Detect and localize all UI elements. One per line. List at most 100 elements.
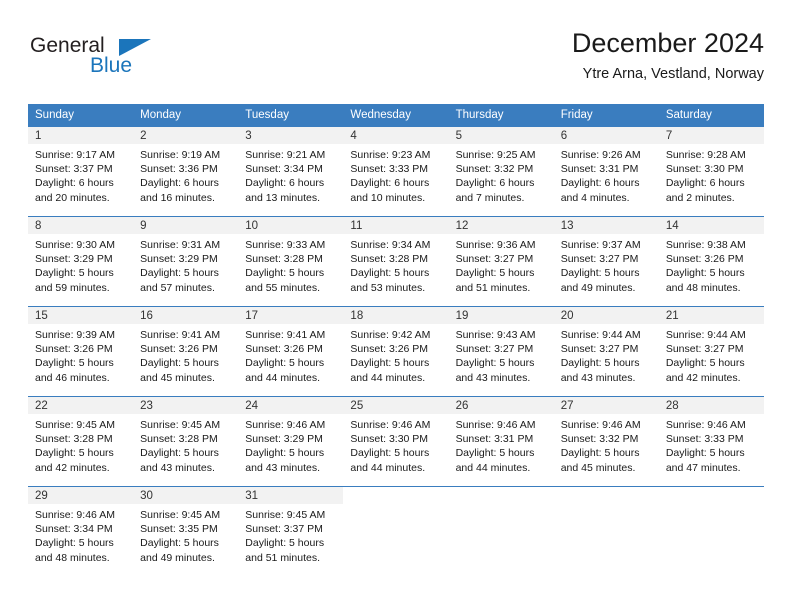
calendar-day-cell[interactable]: 23 Sunrise: 9:45 AM Sunset: 3:28 PM Dayligh… [133,396,239,487]
calendar-week-row: 15 Sunrise: 9:39 AM Sunset: 3:26 PM Dayligh… [28,306,764,397]
day-number: 26 [448,397,554,414]
day-details: Sunrise: 9:43 AM Sunset: 3:27 PM Daylight:… [449,324,554,385]
day-details: Sunrise: 9:31 AM Sunset: 3:29 PM Daylight:… [133,234,238,295]
daylight-text-line1: Daylight: 6 hours [245,177,325,190]
daylight-text-line1: Daylight: 5 hours [245,267,325,280]
daylight-text-line2: and 13 minutes. [245,191,320,204]
calendar-day-cell[interactable]: 30 Sunrise: 9:45 AM Sunset: 3:35 PM Dayligh… [133,486,239,576]
calendar-day-cell[interactable]: 8 Sunrise: 9:30 AM Sunset: 3:29 PM Daylight… [28,216,134,307]
calendar-day-cell[interactable]: 3 Sunrise: 9:21 AM Sunset: 3:34 PM Daylight… [238,126,344,217]
calendar-day-cell[interactable]: 6 Sunrise: 9:26 AM Sunset: 3:31 PM Daylight… [553,126,659,217]
daylight-text-line1: Daylight: 6 hours [665,177,745,190]
daylight-text-line2: and 59 minutes. [35,281,110,294]
calendar-day-cell[interactable]: 12 Sunrise: 9:36 AM Sunset: 3:27 PM Dayligh… [448,216,554,307]
calendar-day-cell[interactable]: 5 Sunrise: 9:25 AM Sunset: 3:32 PM Daylight… [448,126,554,217]
calendar-day-cell[interactable]: 11 Sunrise: 9:34 AM Sunset: 3:28 PM Dayligh… [343,216,449,307]
calendar-page: General Blue December 2024 Ytre Arna, Ve… [0,0,792,612]
daylight-text-line1: Daylight: 5 hours [245,537,325,550]
day-number: 21 [658,307,764,324]
weekday-header-wednesday: Wednesday [343,104,449,127]
weekday-header-row: Sunday Monday Tuesday Wednesday Thursday… [28,104,764,127]
calendar-day-cell[interactable]: 15 Sunrise: 9:39 AM Sunset: 3:26 PM Dayligh… [28,306,134,397]
calendar-day-cell[interactable]: 21 Sunrise: 9:44 AM Sunset: 3:27 PM Dayligh… [658,306,764,397]
calendar-day-cell[interactable]: 25 Sunrise: 9:46 AM Sunset: 3:30 PM Dayligh… [343,396,449,487]
calendar-week-row: 29 Sunrise: 9:46 AM Sunset: 3:34 PM Dayligh… [28,486,764,576]
calendar-day-cell[interactable]: 10 Sunrise: 9:33 AM Sunset: 3:28 PM Dayligh… [238,216,344,307]
daylight-text-line1: Daylight: 5 hours [140,357,219,370]
calendar-day-cell-empty [448,486,554,576]
day-number: 27 [553,397,659,414]
daylight-text-line1: Daylight: 5 hours [455,357,535,370]
sunrise-text: Sunrise: 9:37 AM [560,239,641,251]
day-details: Sunrise: 9:28 AM Sunset: 3:30 PM Daylight:… [659,144,764,205]
sunset-text: Sunset: 3:29 PM [140,253,218,266]
day-details: Sunrise: 9:46 AM Sunset: 3:33 PM Daylight:… [659,414,764,475]
day-details: Sunrise: 9:17 AM Sunset: 3:37 PM Daylight:… [28,144,133,205]
day-number: 9 [133,217,239,234]
sunset-text: Sunset: 3:34 PM [35,523,113,536]
daylight-text-line1: Daylight: 6 hours [35,177,114,190]
calendar-day-cell[interactable]: 9 Sunrise: 9:31 AM Sunset: 3:29 PM Daylight… [133,216,239,307]
sunset-text: Sunset: 3:26 PM [35,343,113,356]
calendar-day-cell[interactable]: 17 Sunrise: 9:41 AM Sunset: 3:26 PM Dayligh… [238,306,344,397]
calendar-day-cell[interactable]: 27 Sunrise: 9:46 AM Sunset: 3:32 PM Dayligh… [553,396,659,487]
weekday-header-saturday: Saturday [658,104,764,127]
sunrise-text: Sunrise: 9:28 AM [665,149,746,161]
daylight-text-line1: Daylight: 5 hours [455,267,535,280]
calendar-day-cell[interactable]: 28 Sunrise: 9:46 AM Sunset: 3:33 PM Dayligh… [658,396,764,487]
weekday-header-monday: Monday [133,104,239,127]
daylight-text-line2: and 49 minutes. [140,551,215,564]
daylight-text-line2: and 46 minutes. [35,371,110,384]
daylight-text-line2: and 49 minutes. [560,281,636,294]
sunset-text: Sunset: 3:35 PM [140,523,218,536]
daylight-text-line1: Daylight: 5 hours [140,537,219,550]
daylight-text-line1: Daylight: 5 hours [455,447,535,460]
day-number: 7 [658,127,764,144]
calendar-day-cell[interactable]: 22 Sunrise: 9:45 AM Sunset: 3:28 PM Dayligh… [28,396,134,487]
day-number: 18 [343,307,449,324]
calendar-day-cell[interactable]: 13 Sunrise: 9:37 AM Sunset: 3:27 PM Dayligh… [553,216,659,307]
sunrise-text: Sunrise: 9:41 AM [140,329,221,341]
day-details: Sunrise: 9:37 AM Sunset: 3:27 PM Daylight:… [554,234,659,295]
sunset-text: Sunset: 3:37 PM [35,163,113,176]
calendar-day-cell[interactable]: 31 Sunrise: 9:45 AM Sunset: 3:37 PM Dayligh… [238,486,344,576]
calendar-day-cell[interactable]: 4 Sunrise: 9:23 AM Sunset: 3:33 PM Daylight… [343,126,449,217]
calendar-day-cell[interactable]: 2 Sunrise: 9:19 AM Sunset: 3:36 PM Daylight… [133,126,239,217]
calendar-day-cell[interactable]: 29 Sunrise: 9:46 AM Sunset: 3:34 PM Dayligh… [28,486,134,576]
calendar-day-cell[interactable]: 18 Sunrise: 9:42 AM Sunset: 3:26 PM Dayligh… [343,306,449,397]
calendar-day-cell[interactable]: 16 Sunrise: 9:41 AM Sunset: 3:26 PM Dayligh… [133,306,239,397]
day-details: Sunrise: 9:26 AM Sunset: 3:31 PM Daylight:… [554,144,659,205]
daylight-text-line1: Daylight: 5 hours [560,267,640,280]
calendar-day-cell[interactable]: 26 Sunrise: 9:46 AM Sunset: 3:31 PM Dayligh… [448,396,554,487]
sunrise-text: Sunrise: 9:23 AM [350,149,431,161]
calendar-week-row: 8 Sunrise: 9:30 AM Sunset: 3:29 PM Daylight… [28,216,764,307]
calendar-day-cell[interactable]: 1 Sunrise: 9:17 AM Sunset: 3:37 PM Daylight… [28,126,134,217]
day-details: Sunrise: 9:23 AM Sunset: 3:33 PM Daylight:… [343,144,448,205]
day-number: 30 [133,487,239,504]
day-number: 19 [448,307,554,324]
day-details: Sunrise: 9:36 AM Sunset: 3:27 PM Daylight:… [449,234,554,295]
daylight-text-line2: and 16 minutes. [140,191,215,204]
calendar-day-cell-empty [343,486,449,576]
day-number: 5 [448,127,554,144]
day-number: 20 [553,307,659,324]
day-details: Sunrise: 9:44 AM Sunset: 3:27 PM Daylight:… [659,324,764,385]
sunrise-text: Sunrise: 9:19 AM [140,149,221,161]
title-block: December 2024 Ytre Arna, Vestland, Norwa… [572,26,764,84]
weekday-header-tuesday: Tuesday [238,104,344,127]
sunrise-text: Sunrise: 9:26 AM [560,149,641,161]
calendar-day-cell[interactable]: 19 Sunrise: 9:43 AM Sunset: 3:27 PM Dayligh… [448,306,554,397]
sunrise-text: Sunrise: 9:17 AM [35,149,115,161]
calendar-day-cell[interactable]: 24 Sunrise: 9:46 AM Sunset: 3:29 PM Dayligh… [238,396,344,487]
sunset-text: Sunset: 3:26 PM [245,343,323,356]
calendar-day-cell[interactable]: 20 Sunrise: 9:44 AM Sunset: 3:27 PM Dayligh… [553,306,659,397]
general-blue-logo[interactable]: General Blue [28,26,288,86]
sunset-text: Sunset: 3:36 PM [140,163,218,176]
sunrise-text: Sunrise: 9:46 AM [560,419,641,431]
sunset-text: Sunset: 3:33 PM [350,163,429,176]
sunrise-text: Sunrise: 9:46 AM [455,419,536,431]
calendar-day-cell[interactable]: 14 Sunrise: 9:38 AM Sunset: 3:26 PM Dayligh… [658,216,764,307]
calendar-day-cell[interactable]: 7 Sunrise: 9:28 AM Sunset: 3:30 PM Daylight… [658,126,764,217]
weekday-header-thursday: Thursday [448,104,554,127]
daylight-text-line2: and 20 minutes. [35,191,110,204]
